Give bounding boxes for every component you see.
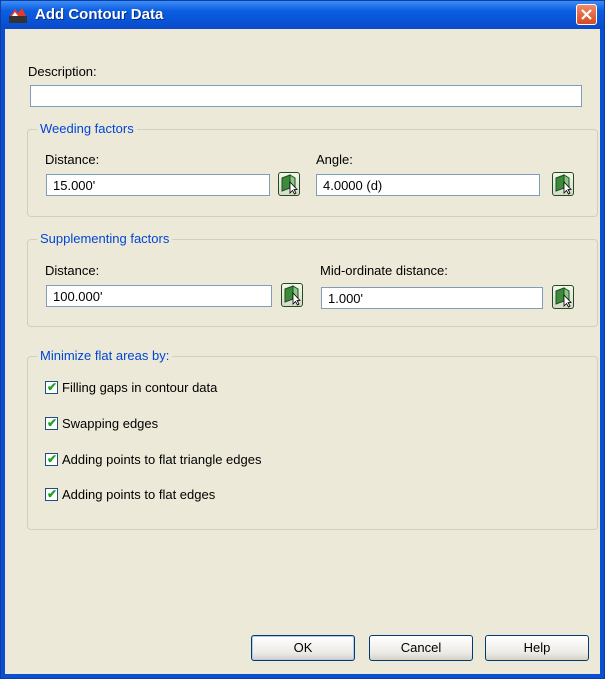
filling-gaps-checkbox[interactable]: ✔ (45, 380, 58, 394)
supplementing-distance-input[interactable]: 100.000' (46, 285, 272, 307)
filling-gaps-label[interactable]: Filling gaps in contour data (62, 380, 217, 395)
pick-in-drawing-icon (555, 287, 572, 308)
mid-ordinate-label: Mid-ordinate distance: (320, 263, 448, 278)
cancel-button[interactable]: Cancel (369, 635, 473, 661)
checkmark-icon: ✔ (47, 416, 58, 430)
description-input[interactable] (30, 85, 582, 107)
dialog-window: Add Contour Data Description: Weeding fa… (0, 0, 605, 679)
weeding-angle-input[interactable]: 4.0000 (d) (316, 174, 540, 196)
description-label: Description: (28, 64, 97, 79)
checkmark-icon: ✔ (47, 452, 58, 466)
weeding-angle-pick-button[interactable] (552, 172, 574, 196)
weeding-distance-input[interactable]: 15.000' (46, 174, 270, 196)
ok-button[interactable]: OK (251, 635, 355, 661)
minimize-flat-areas-title: Minimize flat areas by: (37, 348, 173, 363)
weeding-distance-label: Distance: (45, 152, 100, 167)
title-bar[interactable]: Add Contour Data (1, 1, 604, 29)
weeding-factors-group: Weeding factors (27, 121, 598, 217)
supplementing-factors-group: Supplementing factors (27, 231, 598, 327)
dialog-title: Add Contour Data (35, 6, 164, 23)
supplementing-factors-title: Supplementing factors (37, 231, 173, 246)
swapping-edges-label[interactable]: Swapping edges (62, 416, 158, 431)
supplementing-distance-label: Distance: (45, 263, 100, 278)
weeding-angle-label: Angle: (316, 152, 353, 167)
dialog-body: Description: Weeding factors Distance: 1… (5, 29, 600, 674)
help-button[interactable]: Help (485, 635, 589, 661)
supplementing-distance-pick-button[interactable] (281, 283, 303, 307)
flat-edges-checkbox[interactable]: ✔ (45, 487, 58, 501)
close-button[interactable] (576, 4, 597, 25)
app-icon (9, 8, 27, 23)
checkmark-icon: ✔ (47, 487, 58, 501)
weeding-factors-title: Weeding factors (37, 121, 137, 136)
swapping-edges-checkbox[interactable]: ✔ (45, 416, 58, 430)
weeding-distance-pick-button[interactable] (278, 172, 300, 196)
mid-ordinate-pick-button[interactable] (552, 285, 574, 309)
checkmark-icon: ✔ (47, 380, 58, 394)
flat-triangle-edges-label[interactable]: Adding points to flat triangle edges (62, 452, 261, 467)
mid-ordinate-input[interactable]: 1.000' (321, 287, 543, 309)
pick-in-drawing-icon (555, 174, 572, 195)
close-icon (581, 9, 592, 20)
flat-edges-label[interactable]: Adding points to flat edges (62, 487, 215, 502)
pick-in-drawing-icon (284, 285, 301, 306)
pick-in-drawing-icon (281, 174, 298, 195)
flat-triangle-edges-checkbox[interactable]: ✔ (45, 452, 58, 466)
